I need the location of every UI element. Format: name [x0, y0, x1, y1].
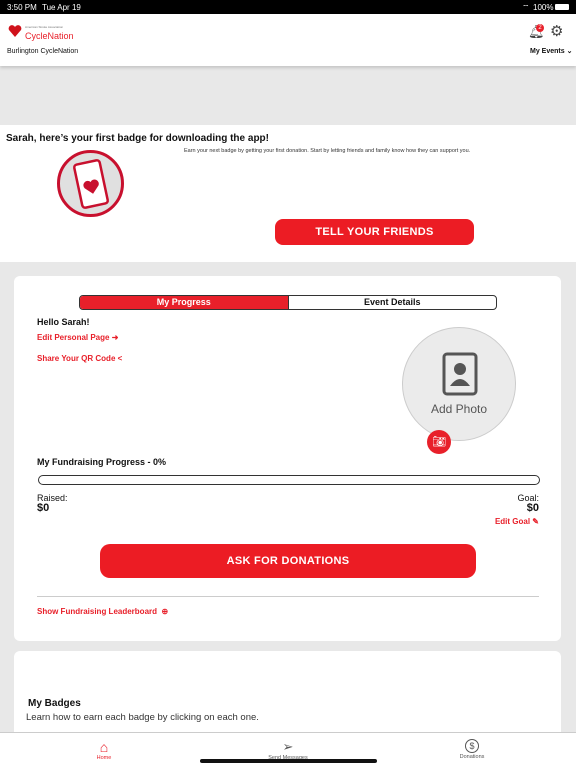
edit-goal-label: Edit Goal: [494, 517, 531, 526]
ask-for-donations-button[interactable]: ASK FOR DONATIONS: [100, 544, 476, 578]
battery-level: 100%: [533, 3, 554, 12]
tab-home-label: Home: [96, 755, 112, 761]
edit-goal-link[interactable]: Edit Goal ✎: [495, 517, 539, 526]
add-photo-button[interactable]: Add Photo: [402, 327, 516, 441]
raised-amount: $0: [37, 502, 50, 514]
progress-card: My Progress Event Details Hello Sarah! E…: [14, 276, 561, 641]
tab-donations-label: Donations: [459, 754, 485, 760]
home-icon: ⌂: [99, 739, 109, 755]
edit-personal-page-label: Edit Personal Page: [37, 333, 110, 342]
pencil-icon: ✎: [532, 517, 539, 526]
badges-subtitle: Learn how to earn each badge by clicking…: [26, 712, 259, 723]
divider: [37, 596, 539, 597]
gear-icon[interactable]: ⚙: [550, 22, 563, 40]
banner-title: Sarah, here’s your first badge for downl…: [6, 133, 269, 144]
battery-icon: [555, 4, 569, 10]
goal-amount: $0: [526, 502, 539, 514]
my-events-dropdown[interactable]: My Events ⌄: [530, 47, 572, 55]
tab-donations[interactable]: $ Donations: [448, 739, 496, 760]
app-header: American Stroke Association CycleNation …: [0, 14, 576, 66]
progress-tabs: My Progress Event Details: [79, 295, 497, 310]
logo-org: American Stroke Association: [25, 25, 64, 29]
badge-banner: Sarah, here’s your first badge for downl…: [0, 125, 576, 262]
wifi-icon: ⌔: [522, 3, 530, 12]
dollar-circle-icon: $: [465, 739, 479, 753]
notification-badge: 2: [536, 24, 544, 32]
banner-text: Earn your next badge by getting your fir…: [184, 148, 471, 154]
share-qr-label: Share Your QR Code: [37, 354, 116, 363]
share-qr-link[interactable]: Share Your QR Code <: [37, 354, 122, 363]
fundraising-progress-bar: [38, 475, 540, 485]
tab-send-messages[interactable]: ➢ Send Messages: [258, 739, 318, 761]
paper-plane-icon: ➢: [282, 739, 294, 754]
heart-logo-icon: [8, 24, 22, 38]
badges-title: My Badges: [28, 698, 81, 709]
person-portrait-icon: [442, 352, 478, 396]
arrow-circle-icon: ➜: [111, 333, 119, 342]
fundraising-title: My Fundraising Progress - 0%: [37, 457, 167, 467]
event-name: Burlington CycleNation: [7, 48, 79, 55]
leaderboard-label: Show Fundraising Leaderboard: [37, 607, 158, 616]
bottom-tab-bar: ⌂ Home ➢ Send Messages $ Donations: [0, 732, 576, 768]
camera-icon[interactable]: 📷︎: [427, 430, 451, 454]
chevron-down-icon: ⌄: [566, 48, 573, 55]
tab-event-details[interactable]: Event Details: [287, 296, 497, 309]
greeting: Hello Sarah!: [37, 317, 90, 327]
my-events-label: My Events: [530, 48, 565, 55]
home-indicator: [200, 759, 377, 763]
add-photo-label: Add Photo: [430, 402, 488, 416]
tab-my-progress[interactable]: My Progress: [80, 296, 288, 309]
share-icon: <: [117, 354, 123, 363]
logo-name: CycleNation: [25, 31, 74, 41]
status-time: 3:50 PM: [7, 3, 37, 12]
plus-circle-icon: ⊕: [161, 607, 169, 616]
status-bar: 3:50 PM Tue Apr 19 ⌔ 100%: [0, 0, 576, 14]
phone-heart-badge-icon[interactable]: [57, 150, 124, 217]
edit-personal-page-link[interactable]: Edit Personal Page ➜: [37, 333, 118, 342]
status-date: Tue Apr 19: [42, 3, 81, 12]
tell-your-friends-button[interactable]: TELL YOUR FRIENDS: [275, 219, 474, 245]
tab-home[interactable]: ⌂ Home: [80, 739, 128, 761]
leaderboard-link[interactable]: Show Fundraising Leaderboard ⊕: [37, 607, 168, 616]
